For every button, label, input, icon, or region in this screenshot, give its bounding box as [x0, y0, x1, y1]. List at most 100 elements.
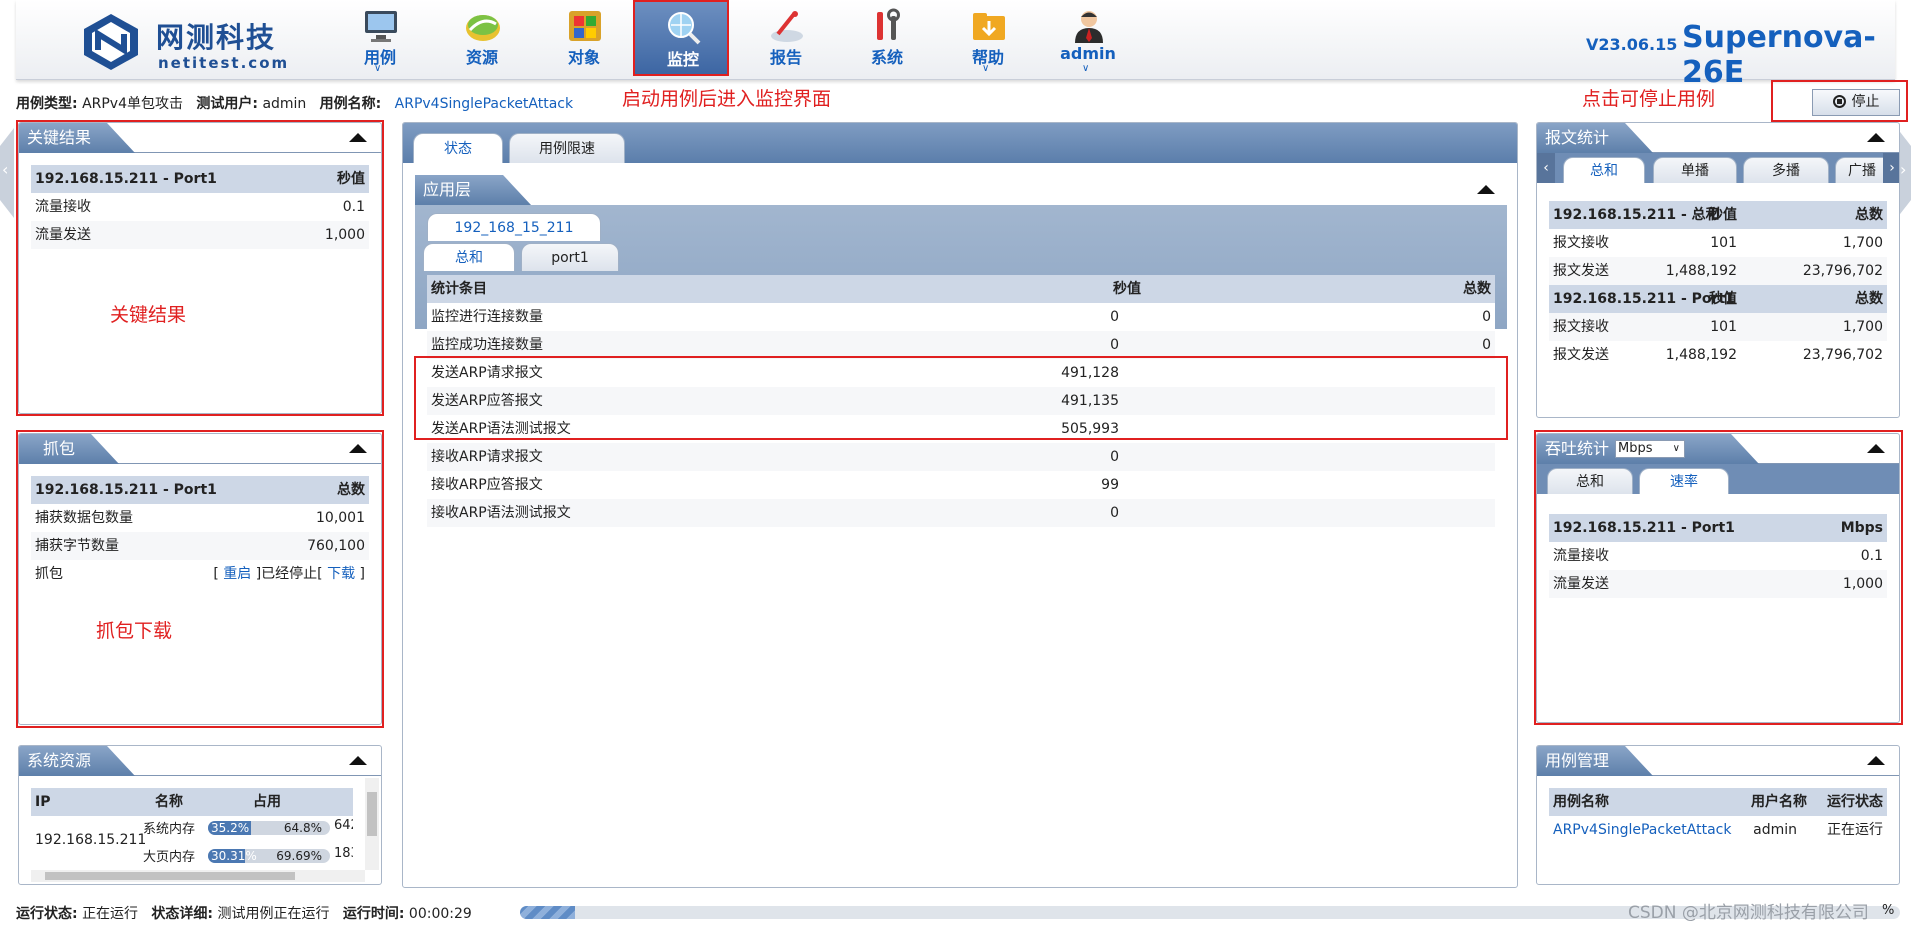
row-total: 0: [1482, 337, 1491, 353]
key-results-highlight: [16, 120, 384, 416]
row-label: 监控成功连接数量: [431, 337, 543, 353]
tab-unicast[interactable]: 单播: [1653, 157, 1737, 183]
collapse-icon[interactable]: [1867, 133, 1885, 142]
sysres-ip: 192.168.15.211: [35, 832, 147, 848]
collapse-icon[interactable]: [349, 756, 367, 765]
head-total: 总数: [1463, 281, 1491, 297]
status-bar: 运行状态: 正在运行 状态详细: 测试用例正在运行 运行时间: 00:00:29: [16, 903, 472, 923]
nav-help[interactable]: 帮助 ∨: [940, 0, 1036, 76]
used-fill: 30.31%: [208, 849, 257, 863]
globe-search-icon: [668, 12, 701, 45]
row-label: 报文接收: [1553, 235, 1609, 251]
tab-scroll-left-icon[interactable]: ‹: [1537, 153, 1555, 183]
collapse-icon[interactable]: [1477, 185, 1495, 194]
case-info-bar: 用例类型: ARPv4单包攻击 测试用户: admin 用例名称: ARPv4S…: [16, 93, 573, 113]
table-row: 接收ARP应答报文 99: [427, 471, 1495, 499]
app-root: 网测科技 netitest.com 用例 ∨ 资源 对象 监控 报告 系统 帮助…: [0, 0, 1911, 927]
row-label: 监控进行连接数量: [431, 309, 543, 325]
sysres-name: 大页内存: [143, 850, 196, 865]
case-name-link[interactable]: ARPv4SinglePacketAttack: [1553, 816, 1731, 844]
tab-status[interactable]: 状态: [413, 133, 503, 163]
table-row: 报文发送 1,488,192 23,796,702: [1549, 257, 1887, 285]
sysres-extra: 183: [334, 846, 353, 861]
table-row: 接收ARP请求报文 0: [427, 443, 1495, 471]
nav-monitor[interactable]: 监控: [633, 0, 729, 76]
table-row: 报文接收 101 1,700: [1549, 229, 1887, 257]
row-label: 接收ARP语法测试报文: [431, 505, 571, 521]
table-row: 报文发送 1,488,192 23,796,702: [1549, 341, 1887, 369]
annotation-capture: 抓包下载: [96, 620, 173, 642]
head-total: 总数: [1855, 207, 1883, 223]
row-sec: 0: [1110, 337, 1119, 353]
sysres-head-ip: IP: [35, 794, 51, 810]
annotation-monitor: 启动用例后进入监控界面: [622, 88, 832, 110]
collapse-icon[interactable]: [1867, 756, 1885, 765]
nav-report-label: 报告: [769, 48, 802, 67]
tab-sum[interactable]: 总和: [423, 243, 515, 271]
progress-percent: %: [1882, 903, 1895, 918]
user-icon: [1075, 11, 1103, 43]
row-sec: 0: [1110, 449, 1119, 465]
chevron-left-icon: ‹: [2, 160, 9, 179]
case-type-value: ARPv4单包攻击: [82, 96, 184, 112]
nav-resource[interactable]: 资源: [434, 0, 530, 76]
report-icon: [771, 11, 803, 42]
sysres-name: 系统内存: [143, 822, 196, 837]
row-total: 23,796,702: [1802, 347, 1883, 363]
sysres-table: IP 名称 占用 192.168.15.211 系统内存 35.2% 64.8% 64…: [31, 788, 353, 870]
table-row: ARPv4SinglePacketAttack admin 正在运行: [1549, 816, 1887, 844]
tab-port1[interactable]: port1: [521, 243, 619, 271]
capture-highlight: [16, 430, 384, 728]
row-total: 23,796,702: [1802, 263, 1883, 279]
tab-pkt-sum[interactable]: 总和: [1563, 157, 1645, 183]
test-user-label: 测试用户:: [196, 96, 258, 112]
nav-admin[interactable]: admin ∨: [1040, 0, 1136, 76]
case-name-link[interactable]: ARPv4SinglePacketAttack: [395, 96, 573, 112]
row-label: 报文发送: [1553, 263, 1609, 279]
annotation-stop: 点击可停止用例: [1582, 88, 1716, 110]
chevron-down-icon: ∨: [982, 63, 990, 74]
row-total: 1,700: [1842, 319, 1883, 335]
tab-scroll-right-icon[interactable]: ›: [1883, 153, 1899, 183]
version-label: V23.06.15: [1586, 35, 1678, 54]
used-fill: 35.2%: [208, 821, 251, 835]
free-text: 64.8%: [283, 821, 322, 835]
logo-text-cn: 网测科技: [156, 21, 277, 54]
head-item: 统计条目: [431, 281, 487, 297]
run-state-value: 正在运行: [82, 906, 139, 922]
row-label: 接收ARP请求报文: [431, 449, 543, 465]
nav-report[interactable]: 报告: [738, 0, 834, 76]
table-row: 接收ARP语法测试报文 0: [427, 499, 1495, 527]
chevron-down-icon: ∨: [1082, 63, 1090, 74]
head-sec: 秒值: [1113, 281, 1141, 297]
row-sec: 1,488,192: [1665, 263, 1737, 279]
resource-icon: [466, 15, 500, 41]
nav-object[interactable]: 对象: [536, 0, 632, 76]
logo: 网测科技 netitest.com: [64, 8, 304, 72]
run-time-label: 运行时间:: [342, 906, 405, 922]
nav-system[interactable]: 系统: [839, 0, 935, 76]
row-sec: 101: [1710, 235, 1737, 251]
run-time-value: 00:00:29: [408, 906, 472, 922]
logo-mark-icon: [84, 14, 138, 70]
arp-send-highlight: [414, 356, 1508, 440]
vertical-scrollbar[interactable]: [365, 778, 379, 870]
nav-case[interactable]: 用例 ∨: [332, 0, 428, 76]
chevron-right-icon: ›: [1900, 160, 1907, 179]
tools-icon: [877, 8, 900, 40]
tab-rate-limit[interactable]: 用例限速: [509, 133, 625, 163]
horizontal-scrollbar[interactable]: [31, 870, 365, 882]
row-sec: 101: [1710, 319, 1737, 335]
chevron-down-icon: ∨: [374, 63, 382, 74]
tab-multicast[interactable]: 多播: [1743, 157, 1829, 183]
stop-circle-icon: [1832, 95, 1846, 108]
sysres-head-usage: 占用: [253, 794, 281, 810]
state-detail-value: 测试用例正在运行: [217, 906, 330, 922]
row-total: 1,700: [1842, 235, 1883, 251]
object-icon: [569, 11, 601, 41]
free-text: 69.69%: [276, 849, 322, 863]
stop-button[interactable]: 停止: [1812, 89, 1900, 116]
tab-host[interactable]: 192_168_15_211: [427, 213, 601, 241]
help-folder-icon: [973, 13, 1005, 40]
case-management-panel: 用例管理 用例名称 用户名称 运行状态 ARPv4SinglePacketAttac…: [1536, 745, 1900, 885]
